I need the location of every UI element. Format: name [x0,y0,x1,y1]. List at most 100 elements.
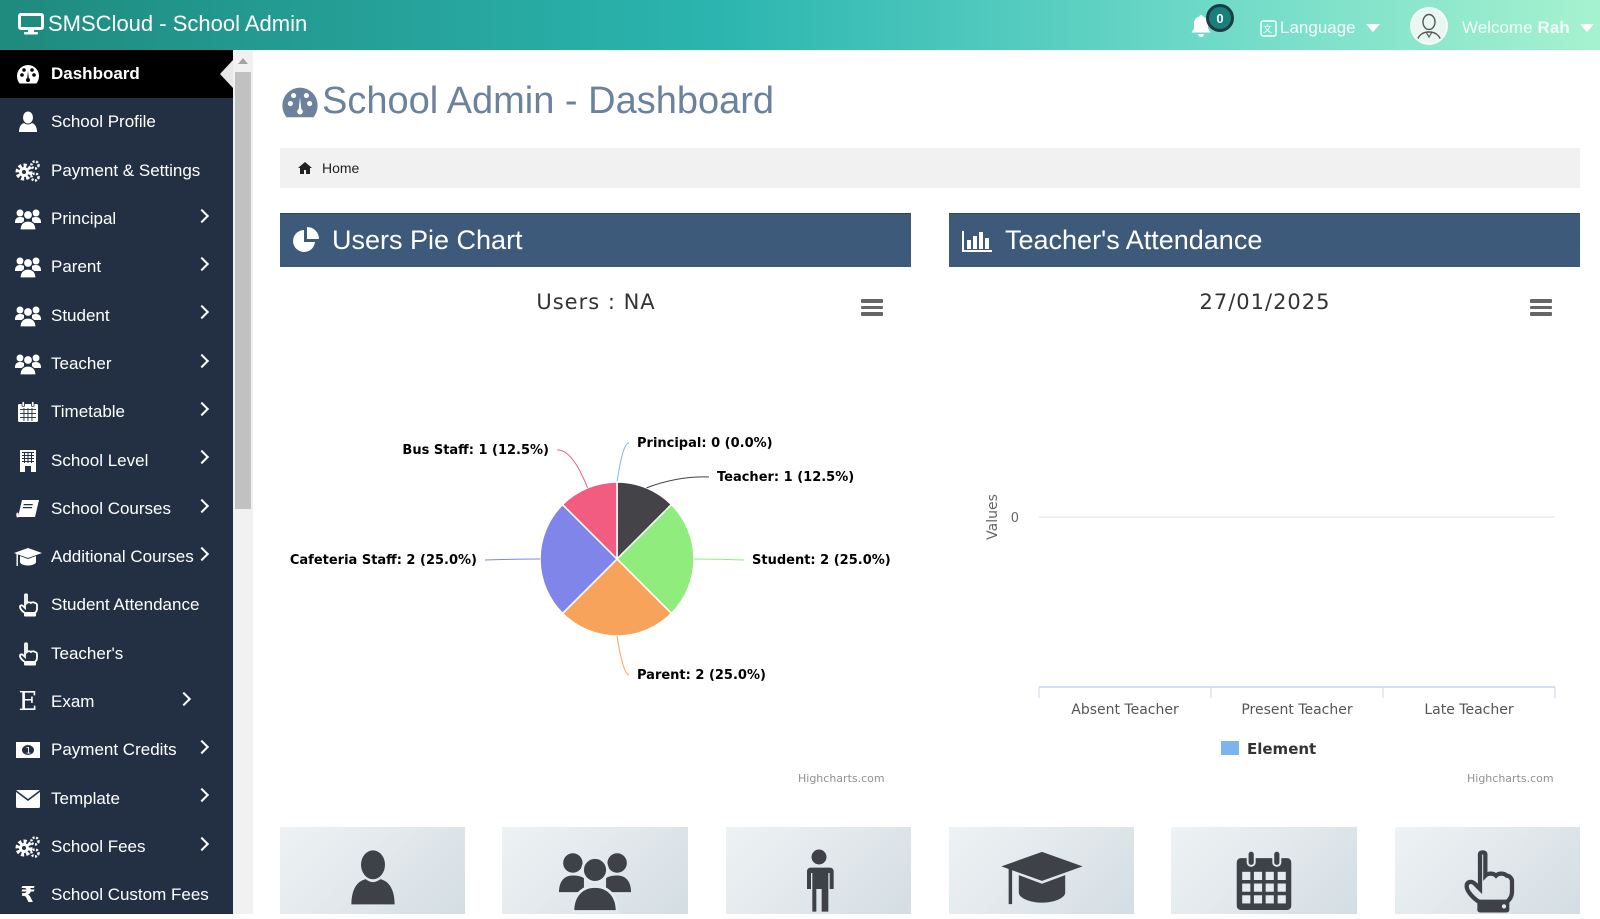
tile-school-profile[interactable] [280,827,465,914]
caret-down-icon [1579,24,1594,32]
sidebar-item-label: Dashboard [51,64,140,84]
desktop-icon [18,13,44,35]
sidebar-item-student-attendance[interactable]: Student Attendance [0,581,233,629]
sidebar-item-payment-credits[interactable]: 1 Payment Credits [0,726,233,774]
x-tick-label: Late Teacher [1424,702,1513,718]
x-tick-label: Present Teacher [1241,702,1353,718]
hand-pointer-icon [14,642,42,666]
users-icon [14,207,42,231]
pie-chart-icon [293,226,319,252]
pie-connector-line [693,558,745,561]
tile-courses[interactable] [949,827,1134,914]
book-icon [14,497,42,521]
pie-connector-line [646,476,710,489]
rupee-icon: ₹ [20,882,36,908]
tile-student[interactable] [726,827,911,914]
welcome-prefix: Welcome [1462,18,1533,37]
pie-data-label: Parent: 2 (25.0%) [637,668,766,683]
sidebar-item-dashboard[interactable]: Dashboard [0,50,233,99]
bar-chart-icon [962,230,992,252]
pie-connector-line [616,442,630,483]
sidebar-item-student[interactable]: Student [0,291,233,339]
sidebar-item-label: School Profile [51,112,156,132]
pie-chart-title: Users : NA [536,290,656,314]
exam-e-icon: E [18,687,38,717]
sidebar-item-school-fees[interactable]: School Fees [0,823,233,871]
panel-title: Teacher's Attendance [1005,225,1263,255]
dashboard-icon [282,87,318,117]
tile-timetable[interactable] [1171,827,1357,914]
user-avatar-icon [1416,13,1442,43]
pie-connector-line [556,449,588,489]
user-menu-dropdown[interactable]: Welcome Rah [1462,18,1594,38]
chart-context-menu-button[interactable] [861,299,883,317]
home-icon [298,162,312,174]
male-icon [806,849,834,912]
breadcrumb-home-link[interactable]: Home [322,160,359,176]
language-dropdown[interactable]: 文 Language [1260,18,1380,38]
sidebar-item-school-level[interactable]: School Level [0,436,233,484]
sidebar-item-label: Teacher's [51,643,124,663]
user-icon [14,110,42,134]
pie-data-label: Principal: 0 (0.0%) [637,436,773,451]
envelope-icon [14,787,42,811]
sidebar-scrollbar[interactable] [233,50,253,914]
hand-pointer-icon [1464,850,1514,913]
gears-icon [14,159,42,183]
pie-data-label: Cafeteria Staff: 2 (25.0%) [290,553,477,568]
users-icon [14,352,42,376]
tile-users[interactable] [502,827,688,914]
scrollbar-thumb[interactable] [235,72,251,509]
tile-attendance[interactable] [1395,827,1580,914]
panel-title: Users Pie Chart [332,225,523,255]
legend-swatch [1221,741,1239,755]
money-icon: 1 [14,738,42,762]
calendar-icon [14,400,42,424]
hand-pointer-icon [14,593,42,617]
y-axis-label: Values [985,494,1001,540]
language-icon: 文 [1260,19,1277,37]
graduation-cap-icon [1000,851,1083,905]
sidebar-item-additional-courses[interactable]: Additional Courses [0,533,233,581]
sidebar-item-parent[interactable]: Parent [0,243,233,291]
sidebar-item-principal[interactable]: Principal [0,195,233,243]
sidebar: Dashboard School Profile Payment & Setti… [0,50,233,914]
users-pie-chart-panel-header: Users Pie Chart [280,213,911,267]
language-label: Language [1280,18,1356,37]
user-avatar[interactable] [1410,7,1448,45]
dashboard-icon [14,62,42,86]
sidebar-item-template[interactable]: Template [0,774,233,822]
sidebar-item-teachers-attendance[interactable]: Teacher's [0,630,233,678]
sidebar-item-school-courses[interactable]: School Courses [0,485,233,533]
gears-icon [14,835,42,859]
sidebar-item-label: Exam [51,692,95,711]
sidebar-item-school-profile[interactable]: School Profile [0,98,233,146]
top-navbar: SMSCloud - School Admin 0 文 Language Wel… [0,0,1600,50]
scroll-up-arrow-icon[interactable] [238,58,248,64]
y-tick-label: 0 [1011,511,1019,526]
teachers-attendance-chart: Values 0 Absent Teacher Present Teacher Late… [985,494,1556,758]
sidebar-item-teacher[interactable]: Teacher [0,340,233,388]
users-pie-chart: Principal: 0 (0.0%) Teacher: 1 (12.5%) Stu… [290,436,891,683]
sidebar-item-label: Student Attendance [51,595,200,615]
pie-data-label: Student: 2 (25.0%) [752,553,891,568]
app-title: SMSCloud - School Admin [48,11,308,36]
chart-legend[interactable]: Element [1221,740,1316,758]
user-icon [350,850,395,905]
users-icon [559,853,631,913]
page-title: School Admin - Dashboard [280,80,774,123]
page-title-text: School Admin - Dashboard [322,80,775,122]
sidebar-item-exam[interactable]: E Exam [0,678,233,726]
sidebar-item-payment-settings[interactable]: Payment & Settings [0,147,233,195]
brand[interactable]: SMSCloud - School Admin [18,11,307,37]
highcharts-credits-link[interactable]: Highcharts.com [798,772,885,785]
highcharts-credits-link[interactable]: Highcharts.com [1467,772,1554,785]
sidebar-item-timetable[interactable]: Timetable [0,388,233,436]
breadcrumb: Home [280,148,1580,188]
sidebar-item-label: Payment & Settings [51,160,201,180]
pie-connector-line [616,635,630,676]
caret-down-icon [1365,24,1380,32]
sidebar-item-school-custom-fees[interactable]: ₹ School Custom Fees [0,871,233,919]
chart-context-menu-button[interactable] [1530,299,1552,317]
users-icon [14,255,42,279]
